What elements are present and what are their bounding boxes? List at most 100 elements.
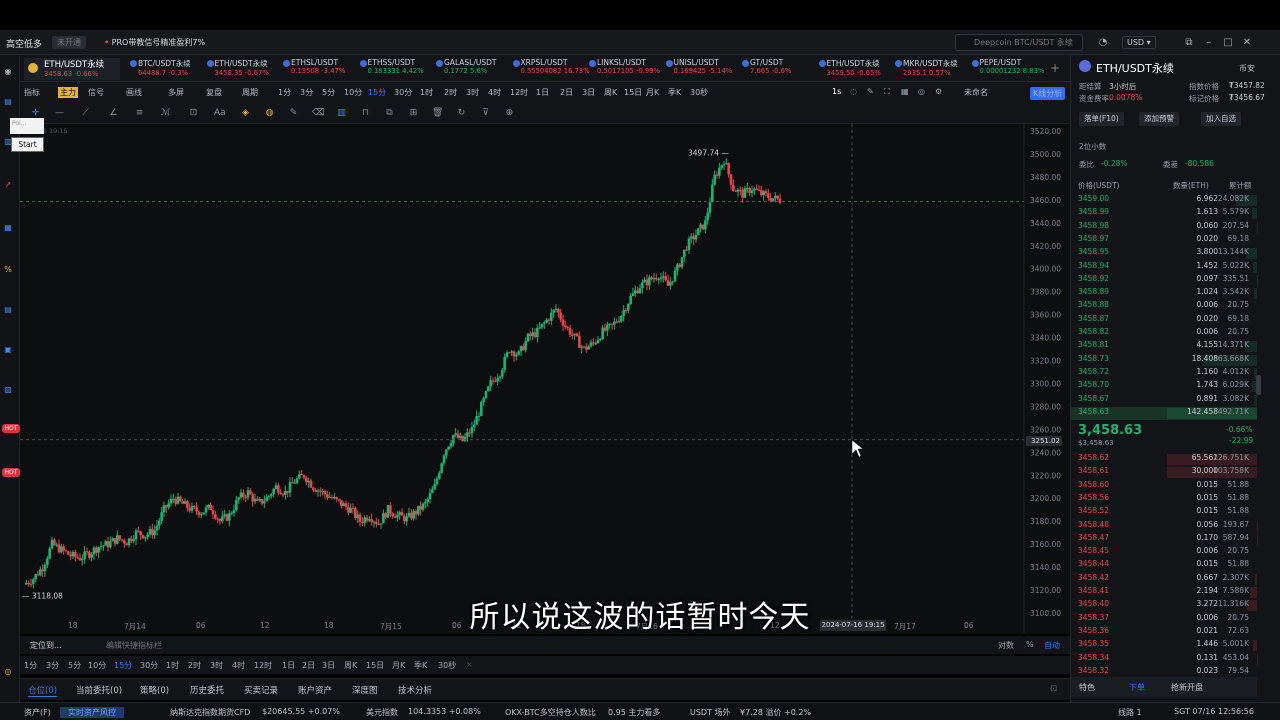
toolbar-item[interactable]: 1分	[278, 87, 291, 98]
toolbar-item[interactable]: 主力	[58, 87, 78, 98]
bottom-tab[interactable]: 账户资产	[298, 684, 332, 696]
interval-item[interactable]: 1时	[166, 660, 179, 671]
text-tool-icon[interactable]: Aa	[214, 108, 226, 118]
ask-row[interactable]: 3458.81 4.155 14.371K	[1071, 340, 1257, 353]
bid-row[interactable]: 3458.56 0.015 51.88	[1071, 493, 1257, 506]
lock-tool-icon[interactable]: ⊓	[360, 108, 371, 118]
bid-row[interactable]: 3458.41 2.194 7.588K	[1071, 586, 1257, 599]
ask-row[interactable]: 3458.99 1.613 5.579K	[1071, 207, 1257, 220]
interval-item[interactable]: 4时	[232, 660, 245, 671]
toolbar-item[interactable]: 3日	[582, 87, 595, 98]
toolbar-item[interactable]: 15日	[624, 87, 642, 98]
interval-item[interactable]: 月K	[392, 660, 405, 671]
measure-tool-icon[interactable]: ▥	[336, 108, 347, 118]
toolbar-item[interactable]: 3分	[300, 87, 313, 98]
toolbar-item[interactable]: 2时	[444, 87, 457, 98]
interval-item[interactable]: 15分	[114, 660, 132, 671]
ask-row[interactable]: 3458.67 0.891 3.082K	[1071, 394, 1257, 407]
toolbar-item[interactable]: 月K	[646, 87, 659, 98]
interval-item[interactable]: 3时	[210, 660, 223, 671]
asset-label[interactable]: 资产(F)	[24, 707, 51, 718]
ask-row[interactable]: 3458.98 0.060 207.54	[1071, 221, 1257, 234]
locate-button[interactable]: 定位到...	[30, 640, 62, 651]
ticker-item[interactable]: ETH/USDT永续 3458.63 -0.66%	[24, 58, 120, 80]
percent-icon[interactable]: %	[1, 265, 15, 275]
bottom-tab[interactable]: 买卖记录	[244, 684, 278, 696]
toolbar-item[interactable]: 5分	[322, 87, 335, 98]
eraser-tool-icon[interactable]: ⌫	[312, 108, 325, 118]
toolbar-item[interactable]: 指标	[24, 87, 40, 98]
ask-row[interactable]: 3458.87 0.020 69.18	[1071, 314, 1257, 327]
account-status-pill[interactable]: 未开通	[52, 36, 86, 49]
crosshair-tool-icon[interactable]: ✛	[30, 108, 41, 118]
shape-tool-icon[interactable]: ⊡	[188, 108, 199, 118]
close-interval-icon[interactable]: ×	[466, 660, 473, 669]
ask-row[interactable]: 3458.72 1.160 4.012K	[1071, 367, 1257, 380]
bid-row[interactable]: 3458.36 0.021 72.63	[1071, 626, 1257, 639]
toolbar-item[interactable]: 复盘	[206, 87, 222, 98]
bid-row[interactable]: 3458.61 30.000 103.758K	[1071, 466, 1257, 479]
fib-tool-icon[interactable]: ≡	[134, 108, 145, 118]
search-input[interactable]	[955, 34, 1083, 51]
toolbar-item[interactable]: 画线	[126, 87, 142, 98]
interval-item[interactable]: 30分	[140, 660, 158, 671]
bid-row[interactable]: 3458.52 0.015 51.88	[1071, 506, 1257, 519]
interval-item[interactable]: 3日	[322, 660, 335, 671]
interval-item[interactable]: 3分	[46, 660, 59, 671]
toolbar-item[interactable]: 3时	[466, 87, 479, 98]
interval-item[interactable]: 5分	[68, 660, 81, 671]
log-toggle[interactable]: 对数	[998, 640, 1014, 651]
pen-tool-icon[interactable]: ✎	[288, 108, 299, 118]
interval-item[interactable]: 1日	[282, 660, 295, 671]
ticker-item[interactable]: UNISL/USDT 0.169425 -5.14%	[664, 58, 738, 80]
line-tool-icon[interactable]: —	[54, 108, 65, 118]
bid-row[interactable]: 3458.62 65.561 226.751K	[1071, 453, 1257, 466]
interval-item[interactable]: 10分	[88, 660, 106, 671]
interval-item[interactable]: 2日	[302, 660, 315, 671]
risk-control-button[interactable]: 实时资产风控	[60, 707, 124, 718]
bottom-tab[interactable]: 历史委托	[190, 684, 224, 696]
ask-row[interactable]: 3458.63 142.458 492.71K	[1071, 406, 1257, 421]
ticker-item[interactable]: XRPSL/USDT 0.55504082 16.73%	[511, 58, 590, 80]
refresh-tool-icon[interactable]: ↻	[456, 108, 467, 118]
settings-icon[interactable]: ◎	[1, 667, 15, 677]
panel-exchange[interactable]: 币安	[1239, 63, 1255, 74]
ticker-item[interactable]: LINKSL/USDT 0.5017105 -0.99%	[587, 58, 661, 80]
line-label[interactable]: 线路 1	[1118, 707, 1142, 718]
interval-item[interactable]: 12时	[254, 660, 272, 671]
market-icon[interactable]: ▤	[1, 97, 15, 107]
widget-input[interactable]: Poi...	[10, 118, 44, 134]
ask-row[interactable]: 3458.97 0.020 69.18	[1071, 234, 1257, 247]
toolbar-item[interactable]: 2日	[560, 87, 573, 98]
add-alert-button[interactable]: 添加预警	[1139, 112, 1179, 126]
candlestick-svg[interactable]: 3520.00 3500.00 3480.00 3460.00 3440.00 3420.…	[20, 124, 1070, 634]
ticker-item[interactable]: GALASL/USDT 0.1772 5.6%	[434, 58, 508, 80]
edit-shortcut-link[interactable]: 编辑快捷指标栏	[106, 640, 162, 651]
precision-select[interactable]: 2位小数	[1079, 141, 1106, 152]
bottom-tab[interactable]: 策略(0)	[140, 684, 169, 696]
toolbar-item[interactable]: 信号	[88, 87, 104, 98]
ticker-item[interactable]: ETHSS/USDT 0.183331 4.42%	[358, 58, 432, 80]
ticker-item[interactable]: MKR/USDT永续 2935.1 0.57%	[893, 58, 967, 80]
ticker-item[interactable]: BTC/USDT永续 64488.7 -0.3%	[128, 58, 202, 80]
chart-icon[interactable]: ↗	[1, 180, 15, 190]
toolbar-item[interactable]: 15分	[368, 87, 386, 98]
layout-name[interactable]: 未命名	[964, 87, 988, 98]
grid-icon[interactable]: ▦	[901, 87, 909, 96]
bid-row[interactable]: 3458.34 0.131 453.04	[1071, 653, 1257, 666]
interval-item[interactable]: 1分	[24, 660, 37, 671]
ask-row[interactable]: 3458.95 3.800 13.144K	[1071, 247, 1257, 260]
ticker-item[interactable]: ETH/USDT永续 3458.35 -0.67%	[205, 58, 279, 80]
bottom-tab[interactable]: 当前委托(0)	[76, 684, 122, 696]
toolbar-item[interactable]: 季K	[668, 87, 681, 98]
toolbar-item[interactable]: 多屏	[168, 87, 184, 98]
toolbar-item[interactable]: 12时	[510, 87, 528, 98]
settings-icon[interactable]: ⚙	[935, 87, 942, 96]
interval-1s[interactable]: 1s	[832, 87, 841, 96]
brush-tool-icon[interactable]: ◍	[264, 108, 275, 118]
ask-row[interactable]: 3458.88 0.006 20.75	[1071, 300, 1257, 313]
promo-banner[interactable]: • PRO带教信号精准盈利7%	[104, 37, 205, 48]
pen-icon[interactable]: ✎	[867, 87, 874, 96]
copy-tool-icon[interactable]: ⧉	[384, 108, 395, 118]
toolbar-item[interactable]: 1时	[420, 87, 433, 98]
